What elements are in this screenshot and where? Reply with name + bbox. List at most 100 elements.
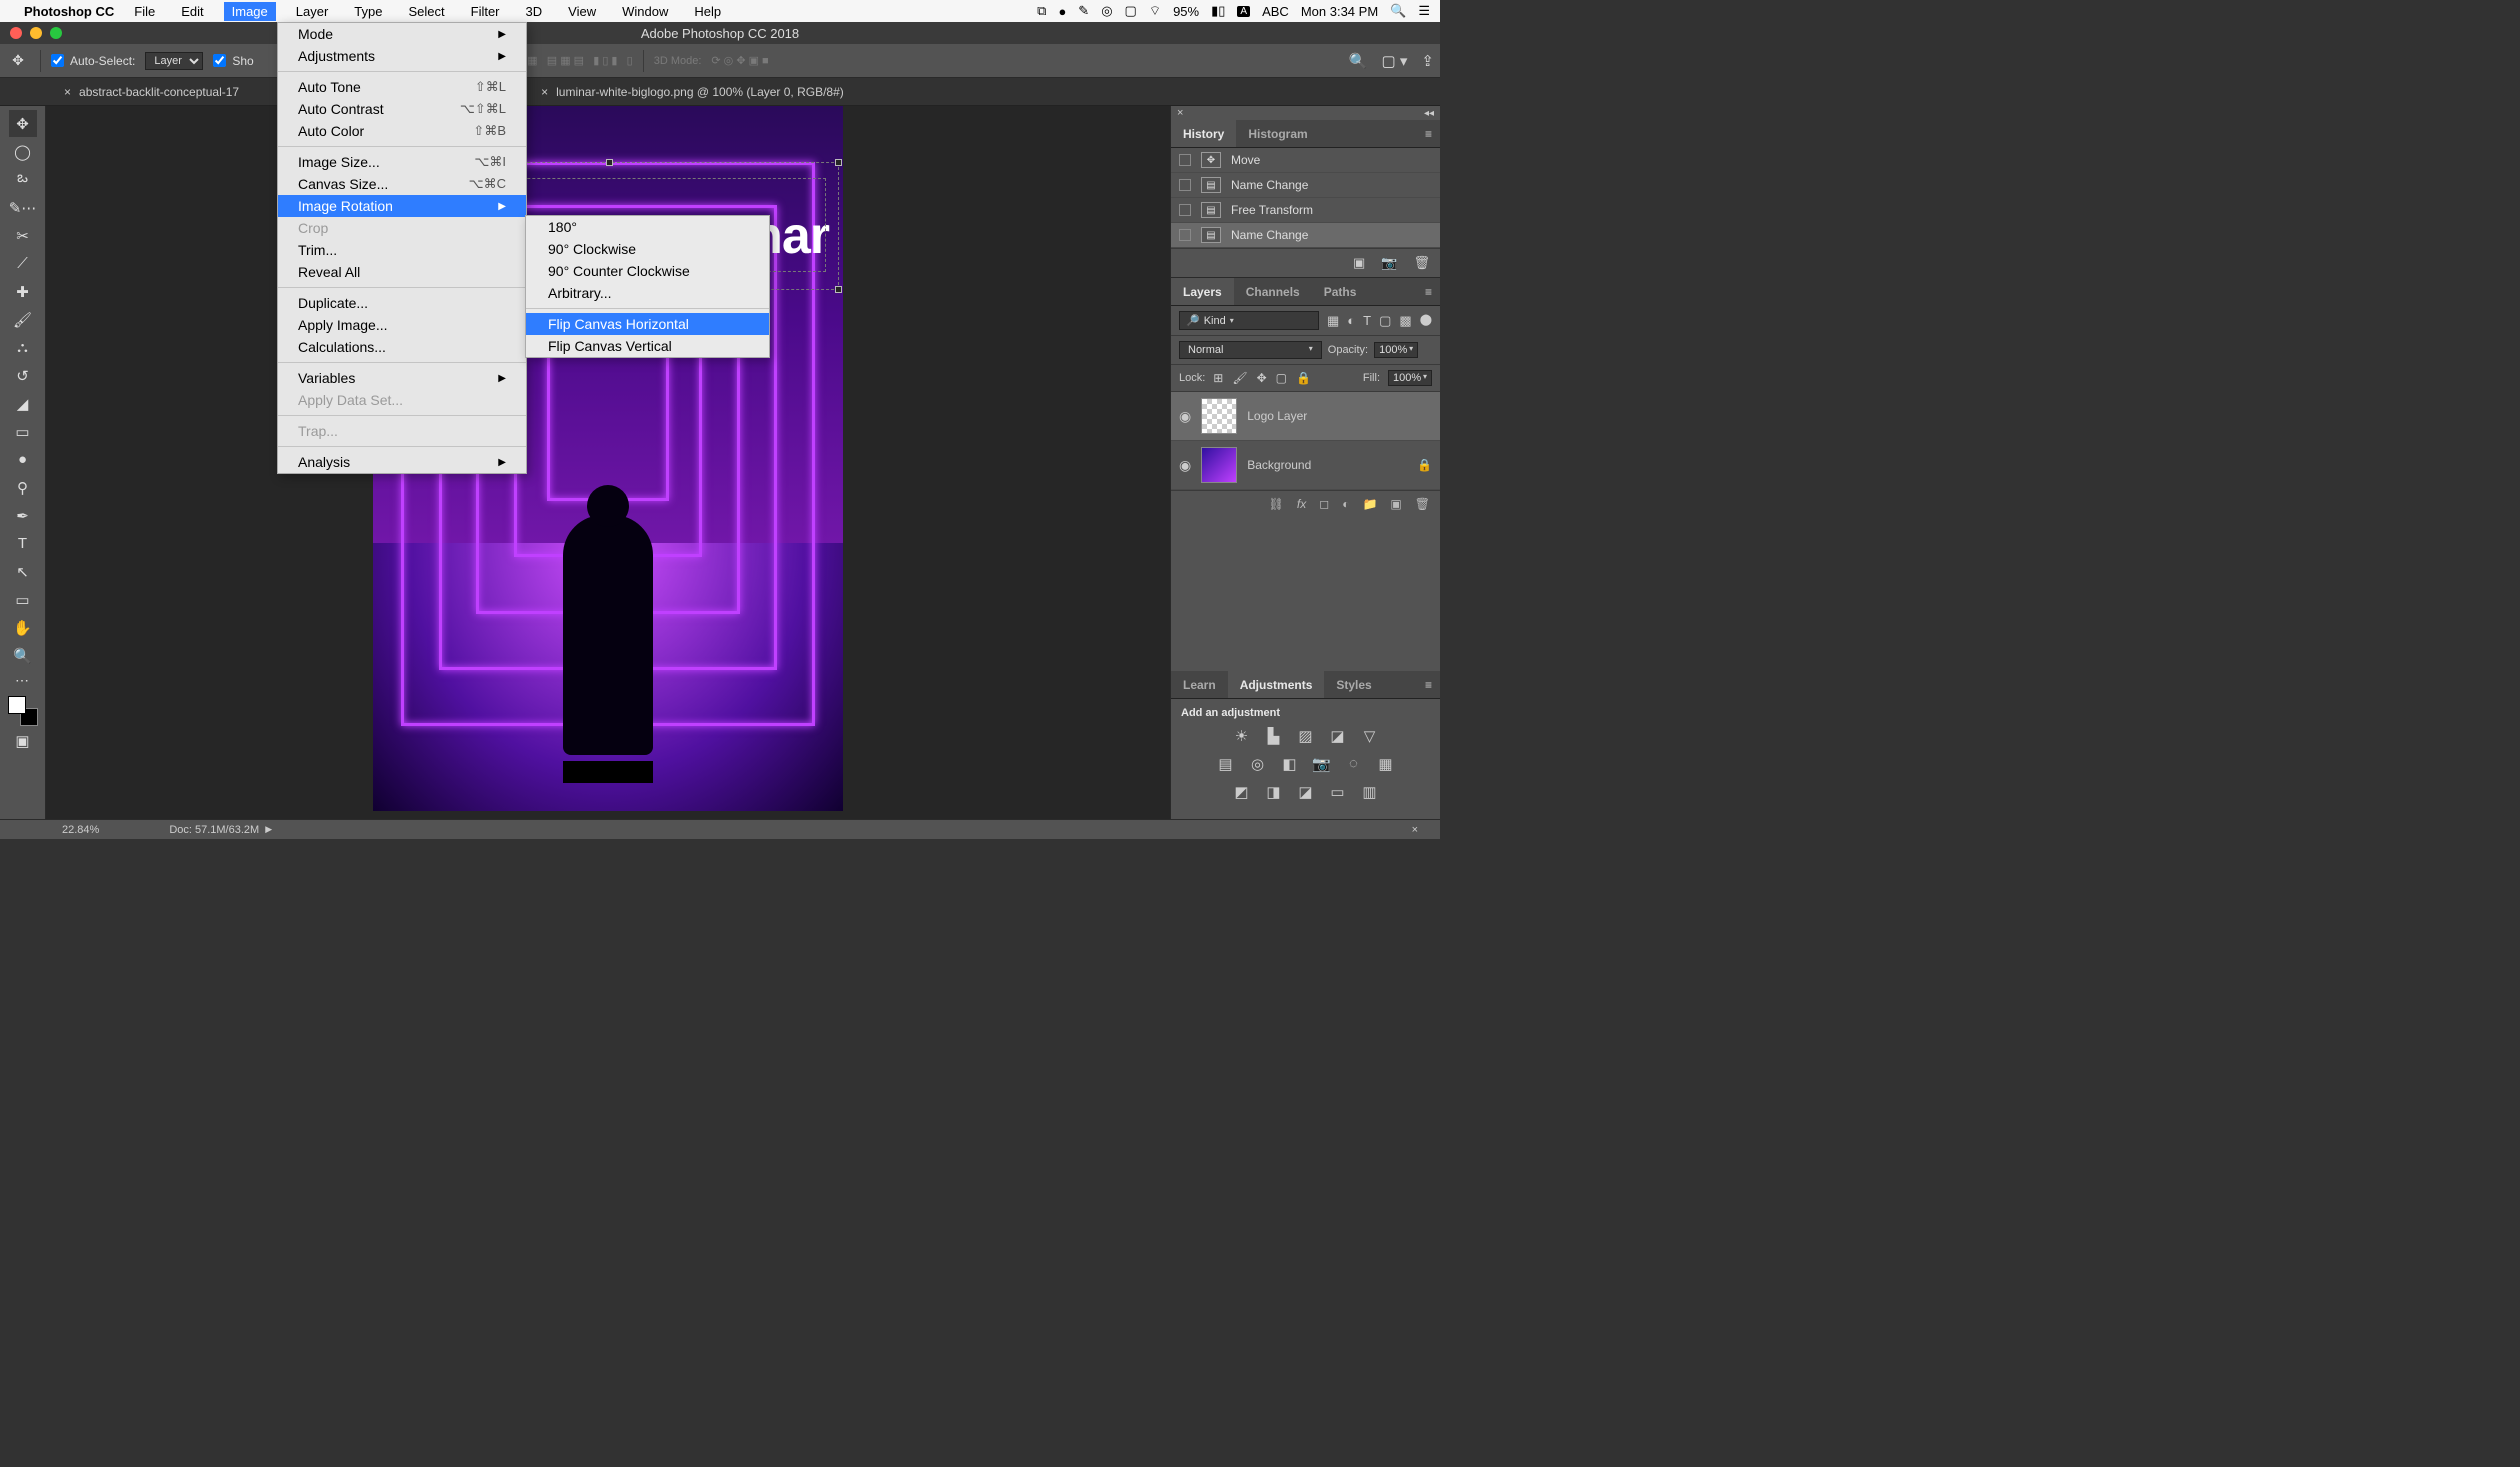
invert-icon[interactable]: ◩ [1232,783,1252,801]
submenu-item[interactable]: 90° Clockwise [526,238,769,260]
menu-item[interactable]: Mode▶ [278,23,526,45]
menu-item[interactable]: Apply Image... [278,314,526,336]
battery-pct[interactable]: 95% [1173,4,1199,19]
move-tool[interactable]: ✥ [9,110,37,137]
curves-icon[interactable]: ▨ [1296,727,1316,745]
layer-row[interactable]: ◉ Background 🔒 [1171,441,1440,490]
hue-icon[interactable]: ▤ [1216,755,1236,773]
type-filter-icon[interactable]: T [1363,313,1371,329]
crop-tool[interactable]: ✂ [9,222,37,249]
trash-icon[interactable]: 🗑 [1413,255,1430,271]
dropbox-icon[interactable]: ⧉ [1037,3,1046,19]
menu-item[interactable]: Analysis▶ [278,451,526,473]
path-tool[interactable]: ↖ [9,558,37,585]
history-row[interactable]: ▤Free Transform [1171,198,1440,223]
doc-size[interactable]: Doc: 57.1M/63.2M [169,824,259,836]
chevron-right-icon[interactable]: ▶ [265,824,272,835]
close-icon[interactable]: × [541,85,548,99]
tab-layers[interactable]: Layers [1171,278,1234,305]
healing-tool[interactable]: ✚ [9,278,37,305]
photo-filter-icon[interactable]: 📷 [1312,755,1332,773]
auto-select-checkbox[interactable]: Auto-Select: [51,54,135,68]
menu-filter[interactable]: Filter [465,2,506,21]
pen-tool[interactable]: ✒ [9,502,37,529]
traffic-minimize[interactable] [30,27,42,39]
marquee-tool[interactable]: ◯ [9,138,37,165]
menu-view[interactable]: View [562,2,602,21]
menu-item[interactable]: Auto Color⇧⌘B [278,120,526,142]
pixel-filter-icon[interactable]: ▦ [1327,313,1339,329]
blend-mode-select[interactable]: Normal▾ [1179,341,1322,359]
close-icon[interactable]: × [1412,824,1418,836]
close-icon[interactable]: × [64,85,71,99]
3d-icons[interactable]: ⟳ ◎ ✥ ▣ ■ [711,54,768,67]
workspace-icon[interactable]: ▢ ▾ [1382,52,1408,70]
show-transform-checkbox[interactable]: Sho [213,54,253,68]
app-name[interactable]: Photoshop CC [24,4,114,19]
align-icons[interactable]: ▤ ▦ ▤ ▦ ▤ ▮ ▯ ▮ ▯ [514,54,633,67]
tab-history[interactable]: History [1171,120,1236,147]
panel-menu-icon[interactable]: ≡ [1425,678,1432,692]
search-icon[interactable]: 🔍 [1349,52,1368,70]
posterize-icon[interactable]: ◨ [1264,783,1284,801]
zoom-level[interactable]: 22.84% [62,824,99,836]
auto-select-target[interactable]: Layer [145,52,203,70]
battery-icon[interactable]: ▮▯ [1211,3,1225,19]
lookup-icon[interactable]: ▦ [1376,755,1396,773]
levels-icon[interactable]: ▙ [1264,727,1284,745]
menu-item[interactable]: Reveal All [278,261,526,283]
input-label[interactable]: ABC [1262,4,1289,19]
channel-mixer-icon[interactable]: ◌ [1344,755,1364,773]
tab-histogram[interactable]: Histogram [1236,120,1319,147]
clock[interactable]: Mon 3:34 PM [1301,4,1378,19]
smart-filter-icon[interactable]: ▩ [1399,313,1411,329]
kind-filter[interactable]: 🔎Kind▾ [1179,311,1319,330]
gradient-tool[interactable]: ▭ [9,418,37,445]
tab-learn[interactable]: Learn [1171,671,1228,698]
traffic-zoom[interactable] [50,27,62,39]
lock-all-icon[interactable]: 🔒 [1296,371,1311,385]
eyedropper-tool[interactable]: ⟋ [9,250,37,277]
camera-icon[interactable]: 📷 [1381,255,1397,271]
menu-item[interactable]: Adjustments▶ [278,45,526,67]
share-icon[interactable]: ⇪ [1421,52,1434,70]
eraser-tool[interactable]: ◢ [9,390,37,417]
menu-item[interactable]: Canvas Size...⌥⌘C [278,173,526,195]
history-brush-tool[interactable]: ↺ [9,362,37,389]
visibility-icon[interactable]: ◉ [1179,457,1191,474]
menu-3d[interactable]: 3D [520,2,549,21]
bw-icon[interactable]: ◧ [1280,755,1300,773]
menu-image[interactable]: Image [224,2,276,21]
menu-help[interactable]: Help [688,2,727,21]
menu-type[interactable]: Type [348,2,388,21]
more-tools[interactable]: ⋯ [15,672,30,689]
brush-tool[interactable]: 🖌 [9,306,37,333]
clone-tool[interactable]: ⛬ [9,334,37,361]
menu-layer[interactable]: Layer [290,2,335,21]
new-doc-icon[interactable]: ▣ [1353,255,1365,271]
gradmap-icon[interactable]: ▭ [1328,783,1348,801]
toggle-filter-icon[interactable]: ⬤ [1420,313,1432,329]
adjust-filter-icon[interactable]: ◐ [1347,313,1355,329]
menu-item[interactable]: Auto Tone⇧⌘L [278,76,526,98]
foreground-color[interactable] [8,696,26,714]
group-icon[interactable]: 📁 [1362,497,1377,511]
submenu-item[interactable]: 90° Counter Clockwise [526,260,769,282]
trash-icon[interactable]: 🗑 [1415,497,1430,511]
menu-select[interactable]: Select [402,2,450,21]
tab-adjustments[interactable]: Adjustments [1228,671,1325,698]
menu-item[interactable]: Image Rotation▶ [278,195,526,217]
traffic-close[interactable] [10,27,22,39]
airplay-icon[interactable]: ▢ [1125,3,1137,19]
fx-icon[interactable]: fx [1297,497,1306,511]
lock-trans-icon[interactable]: ⊞ [1213,371,1223,385]
vibrance-icon[interactable]: ▽ [1360,727,1380,745]
color-swatches[interactable] [8,696,38,726]
threshold-icon[interactable]: ◪ [1296,783,1316,801]
menu-edit[interactable]: Edit [175,2,209,21]
menu-item[interactable]: Image Size...⌥⌘I [278,151,526,173]
opacity-input[interactable]: 100%▾ [1374,342,1418,358]
menu-window[interactable]: Window [616,2,674,21]
history-row[interactable]: ▤Name Change [1171,223,1440,248]
submenu-item[interactable]: 180° [526,216,769,238]
